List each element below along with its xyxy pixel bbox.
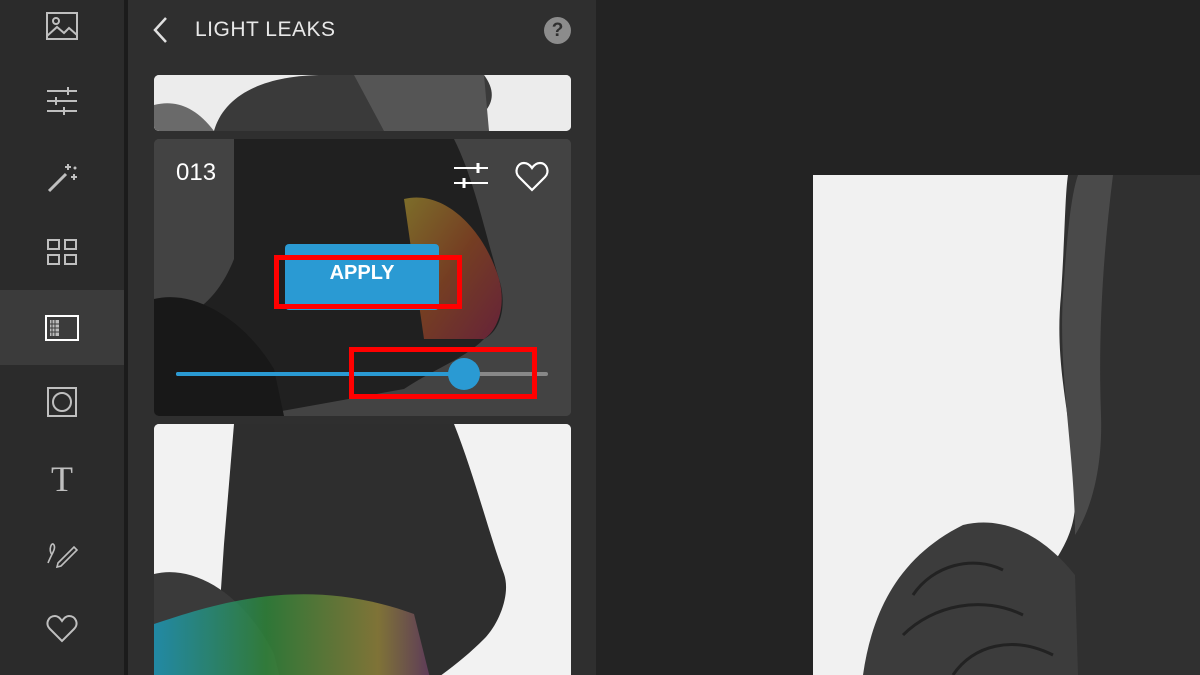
editor-canvas[interactable] xyxy=(596,0,1200,675)
sidebar-item-image[interactable] xyxy=(0,0,124,63)
slider-highlight-box xyxy=(349,347,537,399)
sliders-icon[interactable] xyxy=(452,159,492,193)
sidebar-item-text[interactable]: T xyxy=(0,440,124,515)
main-photo xyxy=(813,175,1200,675)
chevron-left-icon[interactable] xyxy=(148,14,176,46)
svg-text:T: T xyxy=(51,460,73,496)
canvas-photo xyxy=(813,175,1200,675)
grid-icon xyxy=(47,238,77,265)
vignette-frame-icon xyxy=(47,386,77,417)
light-leak-thumbnail[interactable] xyxy=(154,75,571,131)
filter-number: 013 xyxy=(176,159,217,186)
sidebar-item-overlays[interactable] xyxy=(0,290,124,365)
text-icon: T xyxy=(51,460,73,496)
sliders-icon xyxy=(47,86,77,115)
tool-sidebar: T xyxy=(0,0,124,675)
heart-icon xyxy=(46,614,78,642)
panel-header: LIGHT LEAKS ? xyxy=(128,0,596,62)
heart-icon[interactable] xyxy=(514,159,550,193)
light-leak-thumbnail[interactable] xyxy=(154,424,571,675)
help-button[interactable]: ? xyxy=(544,17,571,44)
sidebar-item-effects[interactable] xyxy=(0,140,124,215)
overlay-frame-icon xyxy=(45,314,79,341)
thumbnail-photo xyxy=(154,424,571,675)
light-leaks-panel: LIGHT LEAKS ? 013 APPLY xyxy=(128,0,596,675)
draw-icon xyxy=(47,542,79,568)
apply-highlight-box xyxy=(274,255,462,309)
image-icon xyxy=(46,11,78,40)
sidebar-item-frames[interactable] xyxy=(0,364,124,439)
magic-wand-icon xyxy=(47,163,77,192)
sidebar-item-adjust[interactable] xyxy=(0,63,124,138)
sidebar-item-favorites[interactable] xyxy=(0,590,124,665)
thumbnail-photo xyxy=(154,75,571,131)
sidebar-item-draw[interactable] xyxy=(0,515,124,590)
sidebar-item-collage[interactable] xyxy=(0,214,124,289)
panel-title: LIGHT LEAKS xyxy=(195,18,336,41)
